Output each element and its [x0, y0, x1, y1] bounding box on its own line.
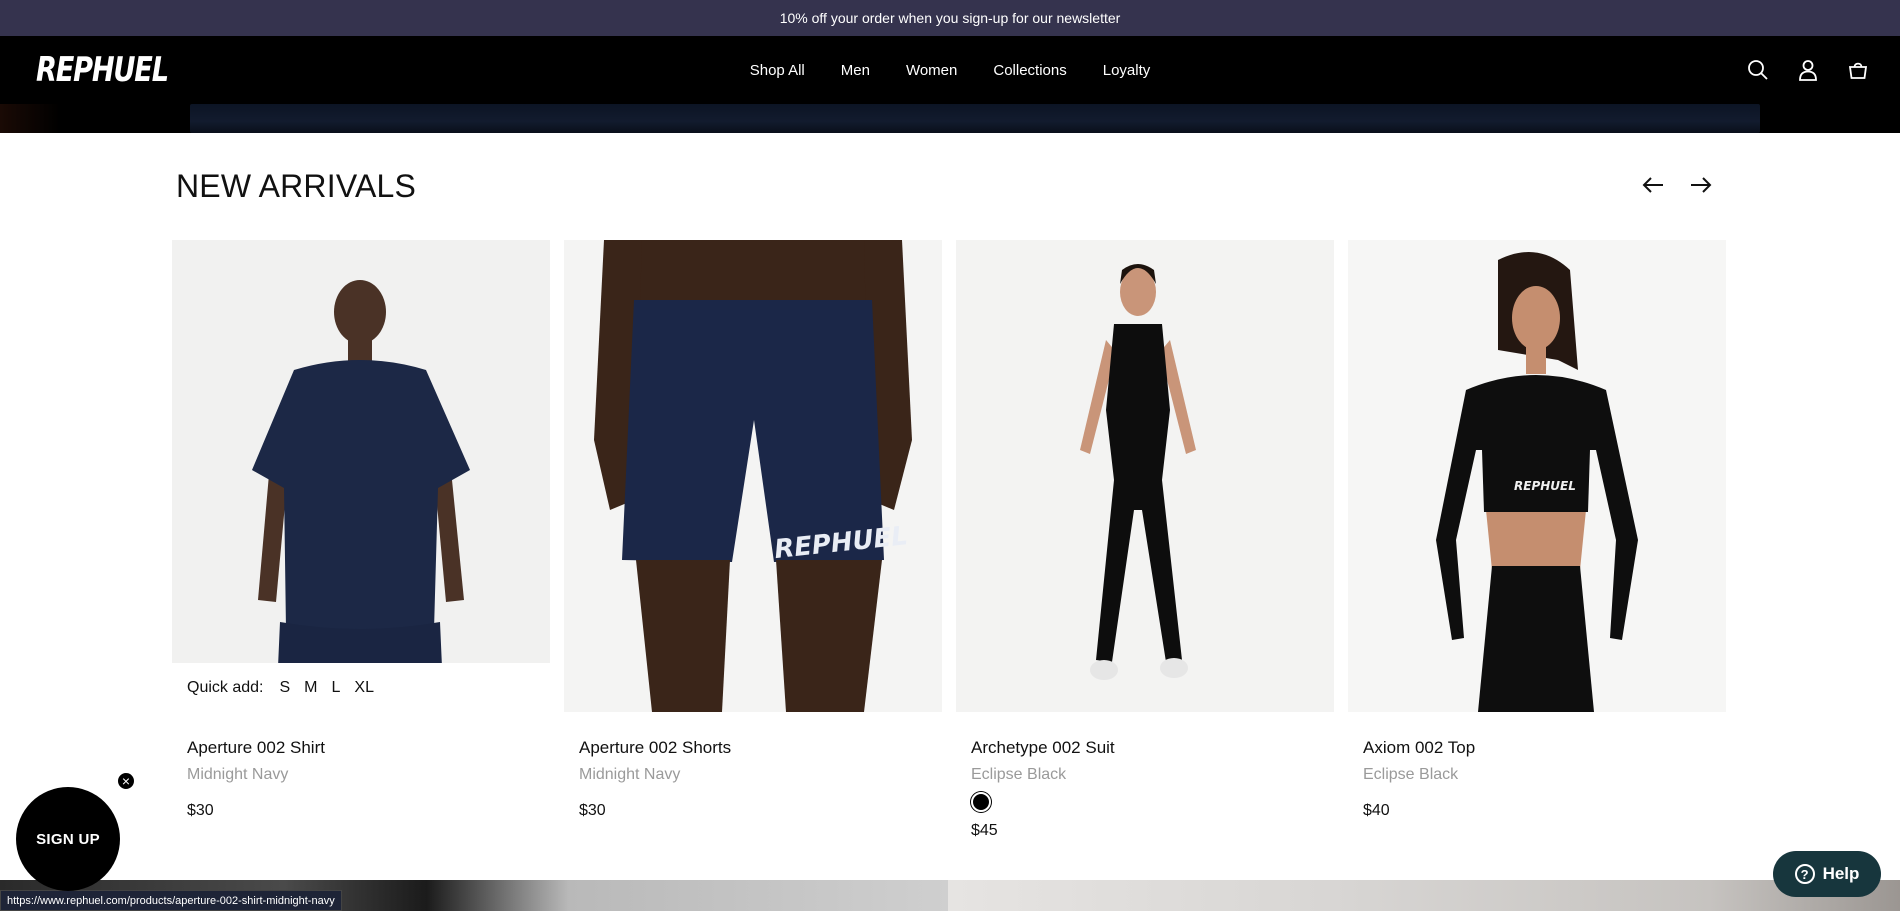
announcement-text[interactable]: 10% off your order when you sign-up for … — [780, 10, 1121, 26]
announcement-bar[interactable]: 10% off your order when you sign-up for … — [0, 0, 1900, 36]
product-image[interactable]: REPHUEL — [564, 240, 942, 712]
nav-men[interactable]: Men — [841, 62, 870, 79]
product-color: Midnight Navy — [579, 766, 681, 783]
product-card[interactable]: REPHUEL Aperture 002 Shorts Midnight Nav… — [564, 240, 942, 819]
main-nav: Shop All Men Women Collections Loyalty — [0, 36, 1900, 104]
product-color: Eclipse Black — [971, 766, 1067, 783]
nav-shop-all[interactable]: Shop All — [750, 62, 805, 79]
product-price: $30 — [579, 802, 606, 819]
product-card[interactable]: REPHUEL Axiom 002 Top Eclipse Black $40 — [1348, 240, 1726, 819]
quick-add-bar: Quick add: S M L XL — [172, 663, 550, 712]
product-name[interactable]: Axiom 002 Top — [1363, 738, 1475, 758]
size-option[interactable]: L — [331, 679, 340, 697]
product-figure-suit — [956, 240, 1334, 712]
product-name[interactable]: Aperture 002 Shorts — [579, 738, 731, 758]
size-option[interactable]: S — [279, 679, 290, 697]
product-price: $45 — [971, 822, 998, 839]
size-option[interactable]: M — [304, 679, 317, 697]
close-icon[interactable]: × — [116, 771, 136, 791]
arrow-right-icon[interactable] — [1688, 172, 1714, 198]
help-label: Help — [1822, 864, 1860, 883]
product-figure-top: REPHUEL — [1348, 240, 1726, 712]
product-color: Midnight Navy — [187, 766, 289, 783]
product-color: Eclipse Black — [1363, 766, 1459, 783]
help-icon: ? — [1794, 864, 1815, 884]
cart-icon[interactable] — [1846, 58, 1870, 82]
product-card[interactable]: Archetype 002 Suit Eclipse Black $45 — [956, 240, 1334, 839]
account-icon[interactable] — [1796, 58, 1820, 82]
svg-text:REPHUEL: REPHUEL — [1514, 479, 1576, 493]
help-button[interactable]: ? Help — [1773, 851, 1881, 897]
nav-collections[interactable]: Collections — [993, 62, 1066, 79]
hero-banner-edge — [0, 104, 1900, 133]
arrow-left-icon[interactable] — [1640, 172, 1666, 198]
nav-loyalty[interactable]: Loyalty — [1103, 62, 1151, 79]
quick-add-label: Quick add: — [187, 678, 264, 696]
product-price: $40 — [1363, 802, 1390, 819]
product-figure-shorts: REPHUEL — [564, 240, 942, 712]
carousel-arrows — [1640, 172, 1714, 198]
nav-women[interactable]: Women — [906, 62, 957, 79]
product-price: $30 — [187, 802, 214, 819]
status-bar-url: https://www.rephuel.com/products/apertur… — [0, 890, 342, 911]
section-title: NEW ARRIVALS — [176, 168, 417, 204]
header-icons — [1746, 36, 1870, 104]
product-figure-shirt-back — [172, 240, 550, 712]
color-swatch[interactable] — [971, 792, 991, 812]
product-name[interactable]: Archetype 002 Suit — [971, 738, 1115, 758]
size-option[interactable]: XL — [354, 679, 374, 697]
search-icon[interactable] — [1746, 58, 1770, 82]
product-image[interactable]: REPHUEL — [1348, 240, 1726, 712]
signup-button[interactable]: SIGN UP — [16, 787, 120, 891]
product-card[interactable]: Quick add: S M L XL Aperture 002 Shirt M… — [172, 240, 550, 819]
product-image[interactable]: Quick add: S M L XL — [172, 240, 550, 712]
product-image[interactable] — [956, 240, 1334, 712]
site-logo[interactable]: REPHUEL — [36, 48, 169, 92]
product-name[interactable]: Aperture 002 Shirt — [187, 738, 325, 758]
site-header: REPHUEL Shop All Men Women Collections L… — [0, 36, 1900, 104]
